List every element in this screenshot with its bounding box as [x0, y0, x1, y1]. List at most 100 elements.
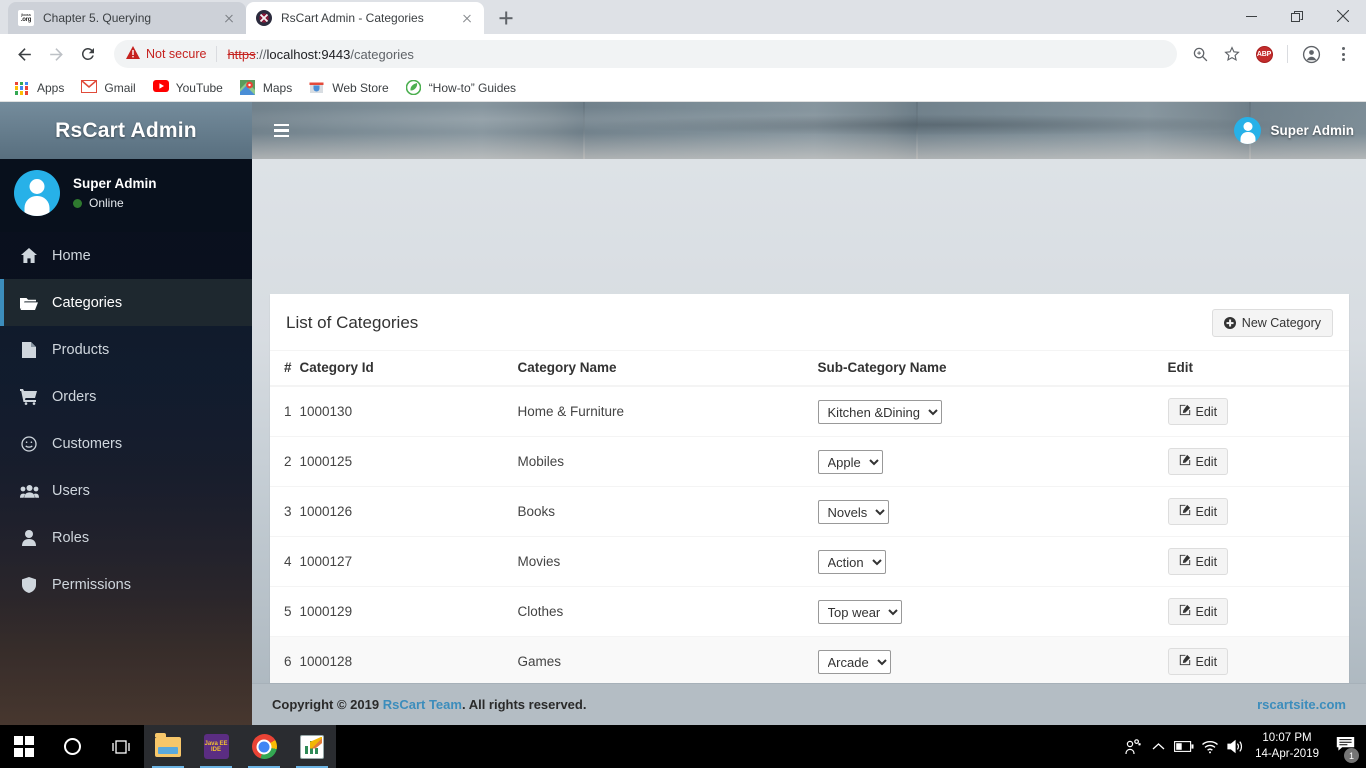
sidebar-user-panel: Super Admin Online [0, 159, 252, 232]
tab-strip: jboss .org Chapter 5. Querying RsCart Adm… [0, 0, 1366, 34]
bookmark-label: Gmail [104, 80, 136, 95]
cell-sub-category: Action [817, 536, 1168, 587]
reload-icon[interactable] [72, 38, 104, 70]
cell-category-id: 1000129 [299, 586, 518, 637]
edit-label: Edit [1195, 604, 1218, 619]
sidebar-item-permissions[interactable]: Permissions [0, 561, 252, 608]
cell-edit: Edit [1167, 586, 1349, 637]
forward-arrow-icon[interactable] [40, 38, 72, 70]
notification-center-button[interactable]: 1 [1328, 725, 1362, 768]
cell-category-name: Books [517, 486, 818, 537]
zoom-icon[interactable] [1185, 39, 1215, 69]
start-button[interactable] [0, 725, 48, 768]
speaker-icon[interactable] [1223, 725, 1249, 768]
sub-category-select[interactable]: Kitchen &Dining [817, 399, 942, 424]
rscart-team-link[interactable]: RsCart Team [383, 697, 462, 712]
cell-sub-category: Arcade [817, 636, 1168, 686]
sidebar-item-customers[interactable]: Customers [0, 420, 252, 467]
sidebar-item-label: Customers [52, 435, 123, 452]
cell-category-id: 1000130 [299, 385, 518, 437]
sub-category-select[interactable]: Top wear [817, 599, 902, 624]
browser-tab-1[interactable]: jboss .org Chapter 5. Querying [8, 2, 246, 34]
page-footer: Copyright © 2019 RsCart Team. All rights… [252, 683, 1366, 725]
home-icon [18, 248, 40, 263]
sidebar: RsCart Admin Super Admin Online Home Cat… [0, 102, 252, 725]
topnav-user-menu[interactable]: Super Admin [1234, 117, 1354, 144]
url-path: /categories [350, 46, 414, 62]
edit-button[interactable]: Edit [1167, 548, 1229, 575]
people-icon[interactable] [1119, 725, 1145, 768]
sub-category-select[interactable]: Novels [817, 499, 889, 524]
sidebar-item-orders[interactable]: Orders [0, 373, 252, 420]
task-view-button[interactable] [96, 725, 144, 768]
sidebar-item-home[interactable]: Home [0, 232, 252, 279]
close-icon[interactable] [220, 9, 238, 27]
hamburger-icon[interactable] [274, 123, 289, 138]
plus-circle-icon [1223, 317, 1236, 329]
cell-index: 1 [270, 385, 300, 437]
edit-button[interactable]: Edit [1167, 498, 1229, 525]
bookmark-gmail[interactable]: Gmail [81, 79, 136, 96]
minimize-icon[interactable] [1228, 0, 1274, 32]
profile-avatar-icon[interactable] [1296, 39, 1326, 69]
sidebar-item-users[interactable]: Users [0, 467, 252, 514]
edit-button[interactable]: Edit [1167, 398, 1229, 425]
browser-tab-2[interactable]: RsCart Admin - Categories [246, 2, 484, 34]
cell-category-id: 1000128 [299, 636, 518, 686]
cortana-search-button[interactable] [48, 725, 96, 768]
apps-grid-icon [14, 80, 30, 96]
edit-button[interactable]: Edit [1167, 598, 1229, 625]
sidebar-item-products[interactable]: Products [0, 326, 252, 373]
sidebar-user-status-label: Online [89, 196, 124, 210]
cell-category-id: 1000125 [299, 436, 518, 487]
table-row: 2 1000125 Mobiles Apple Edit [270, 436, 1349, 487]
bookmark-label: Apps [37, 80, 65, 95]
editor-button[interactable] [288, 725, 336, 768]
bookmark-apps[interactable]: Apps [14, 80, 64, 96]
sidebar-user-name: Super Admin [73, 176, 157, 191]
rscart-favicon [256, 10, 272, 26]
star-icon[interactable] [1217, 39, 1247, 69]
battery-icon[interactable] [1171, 725, 1197, 768]
adblock-plus-extension-icon[interactable]: ABP [1249, 39, 1279, 69]
back-arrow-icon[interactable] [8, 38, 40, 70]
sidebar-item-categories[interactable]: Categories [0, 279, 252, 326]
tab-title: RsCart Admin - Categories [281, 11, 424, 25]
bookmark-label: Web Store [332, 80, 389, 95]
new-category-button[interactable]: New Category [1211, 309, 1333, 337]
bookmark-maps[interactable]: Maps [239, 79, 292, 96]
edit-button[interactable]: Edit [1167, 448, 1229, 475]
rscart-site-link[interactable]: rscartsite.com [1257, 697, 1346, 712]
edit-button[interactable]: Edit [1167, 648, 1229, 675]
new-category-label: New Category [1241, 316, 1321, 330]
taskbar-items: Java EE IDE [0, 725, 336, 768]
sub-category-select[interactable]: Arcade [817, 649, 891, 674]
bookmark-web-store[interactable]: Web Store [309, 80, 389, 96]
bookmark-youtube[interactable]: YouTube [152, 79, 223, 96]
bookmark-how-to-guides[interactable]: “How-to” Guides [405, 79, 516, 96]
sub-category-select[interactable]: Action [817, 549, 886, 574]
three-dot-menu-icon[interactable] [1328, 39, 1358, 69]
chevron-up-icon[interactable] [1145, 725, 1171, 768]
cell-edit: Edit [1167, 536, 1349, 587]
address-bar[interactable]: Not secure https://localhost:9443/catego… [114, 40, 1177, 68]
how-to-guides-icon [405, 79, 422, 96]
sidebar-item-roles[interactable]: Roles [0, 514, 252, 561]
chrome-web-store-icon [309, 80, 325, 96]
chrome-button[interactable] [240, 725, 288, 768]
taskbar-clock[interactable]: 10:07 PM 14-Apr-2019 [1249, 731, 1328, 762]
jboss-favicon: jboss .org [18, 10, 34, 26]
file-explorer-button[interactable] [144, 725, 192, 768]
cell-sub-category: Top wear [817, 586, 1168, 637]
edit-label: Edit [1195, 404, 1218, 419]
java-ee-ide-button[interactable]: Java EE IDE [192, 725, 240, 768]
close-icon[interactable] [1320, 0, 1366, 32]
maximize-icon[interactable] [1274, 0, 1320, 32]
app-brand-title[interactable]: RsCart Admin [0, 102, 252, 159]
new-tab-button[interactable] [492, 4, 520, 32]
wifi-icon[interactable] [1197, 725, 1223, 768]
online-status-dot-icon [73, 198, 82, 208]
cell-sub-category: Novels [817, 486, 1168, 537]
sub-category-select[interactable]: Apple [817, 449, 883, 474]
close-icon[interactable] [458, 9, 476, 27]
